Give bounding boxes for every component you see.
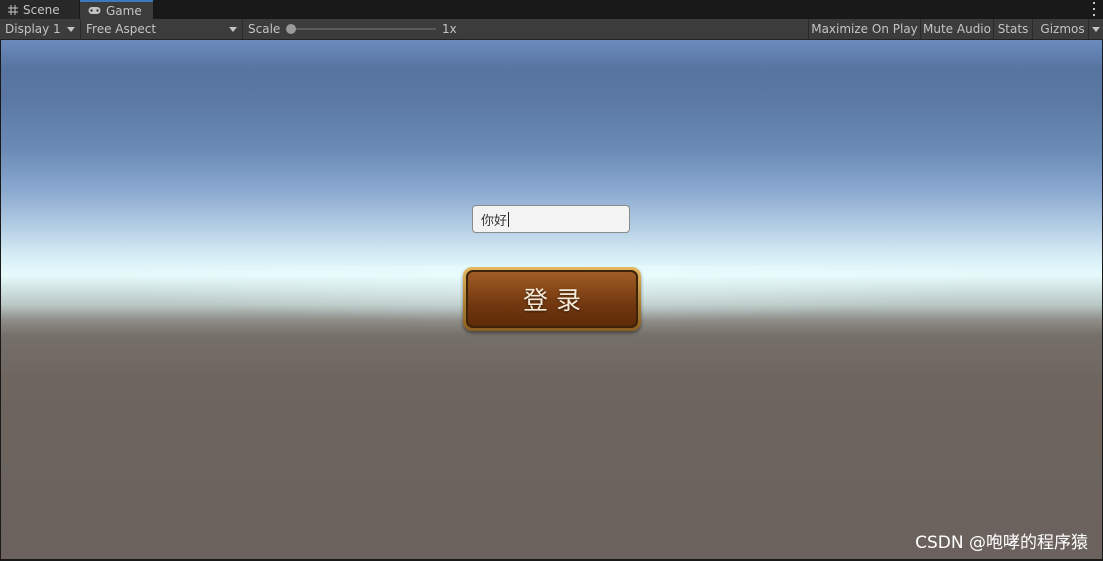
gamepad-icon (88, 6, 101, 15)
tab-bar: Scene Game (0, 0, 1103, 19)
mute-audio-toggle[interactable]: Mute Audio (920, 19, 993, 39)
scale-slider-track[interactable] (288, 28, 436, 30)
login-button[interactable]: 登录 (463, 267, 641, 331)
scale-slider-handle[interactable] (286, 24, 296, 34)
scale-value: 1x (442, 22, 457, 36)
tab-game[interactable]: Game (80, 0, 153, 19)
tab-scene[interactable]: Scene (0, 0, 79, 19)
chevron-down-icon[interactable] (1092, 27, 1100, 32)
gizmos-divider (1088, 19, 1089, 39)
display-dropdown-label: Display 1 (5, 22, 61, 36)
game-viewport: 你好 登录 CSDN @咆哮的程序猿 (1, 40, 1102, 559)
maximize-on-play-toggle[interactable]: Maximize On Play (808, 19, 920, 39)
aspect-dropdown[interactable]: Free Aspect (81, 19, 243, 39)
text-cursor (508, 211, 510, 227)
chevron-down-icon (229, 27, 237, 32)
chevron-down-icon (67, 27, 75, 32)
stats-toggle[interactable]: Stats (993, 19, 1032, 39)
aspect-dropdown-label: Free Aspect (86, 22, 157, 36)
tab-scene-label: Scene (23, 2, 60, 17)
watermark: CSDN @咆哮的程序猿 (915, 533, 1088, 553)
name-input-value: 你好 (481, 213, 508, 229)
gizmos-label: Gizmos (1040, 22, 1085, 36)
game-toolbar: Display 1 Free Aspect Scale 1x Maximize … (0, 19, 1103, 40)
gizmos-toggle[interactable]: Gizmos (1032, 19, 1103, 39)
tab-game-label: Game (106, 3, 142, 18)
scale-label: Scale (248, 22, 281, 36)
display-dropdown[interactable]: Display 1 (0, 19, 81, 39)
name-input[interactable]: 你好 (472, 205, 630, 233)
more-options-icon[interactable] (1091, 2, 1097, 16)
unity-game-window: Scene Game Display 1 Free Aspect Scale 1… (0, 0, 1103, 561)
grid-icon (8, 4, 18, 15)
login-button-label: 登录 (466, 270, 638, 328)
